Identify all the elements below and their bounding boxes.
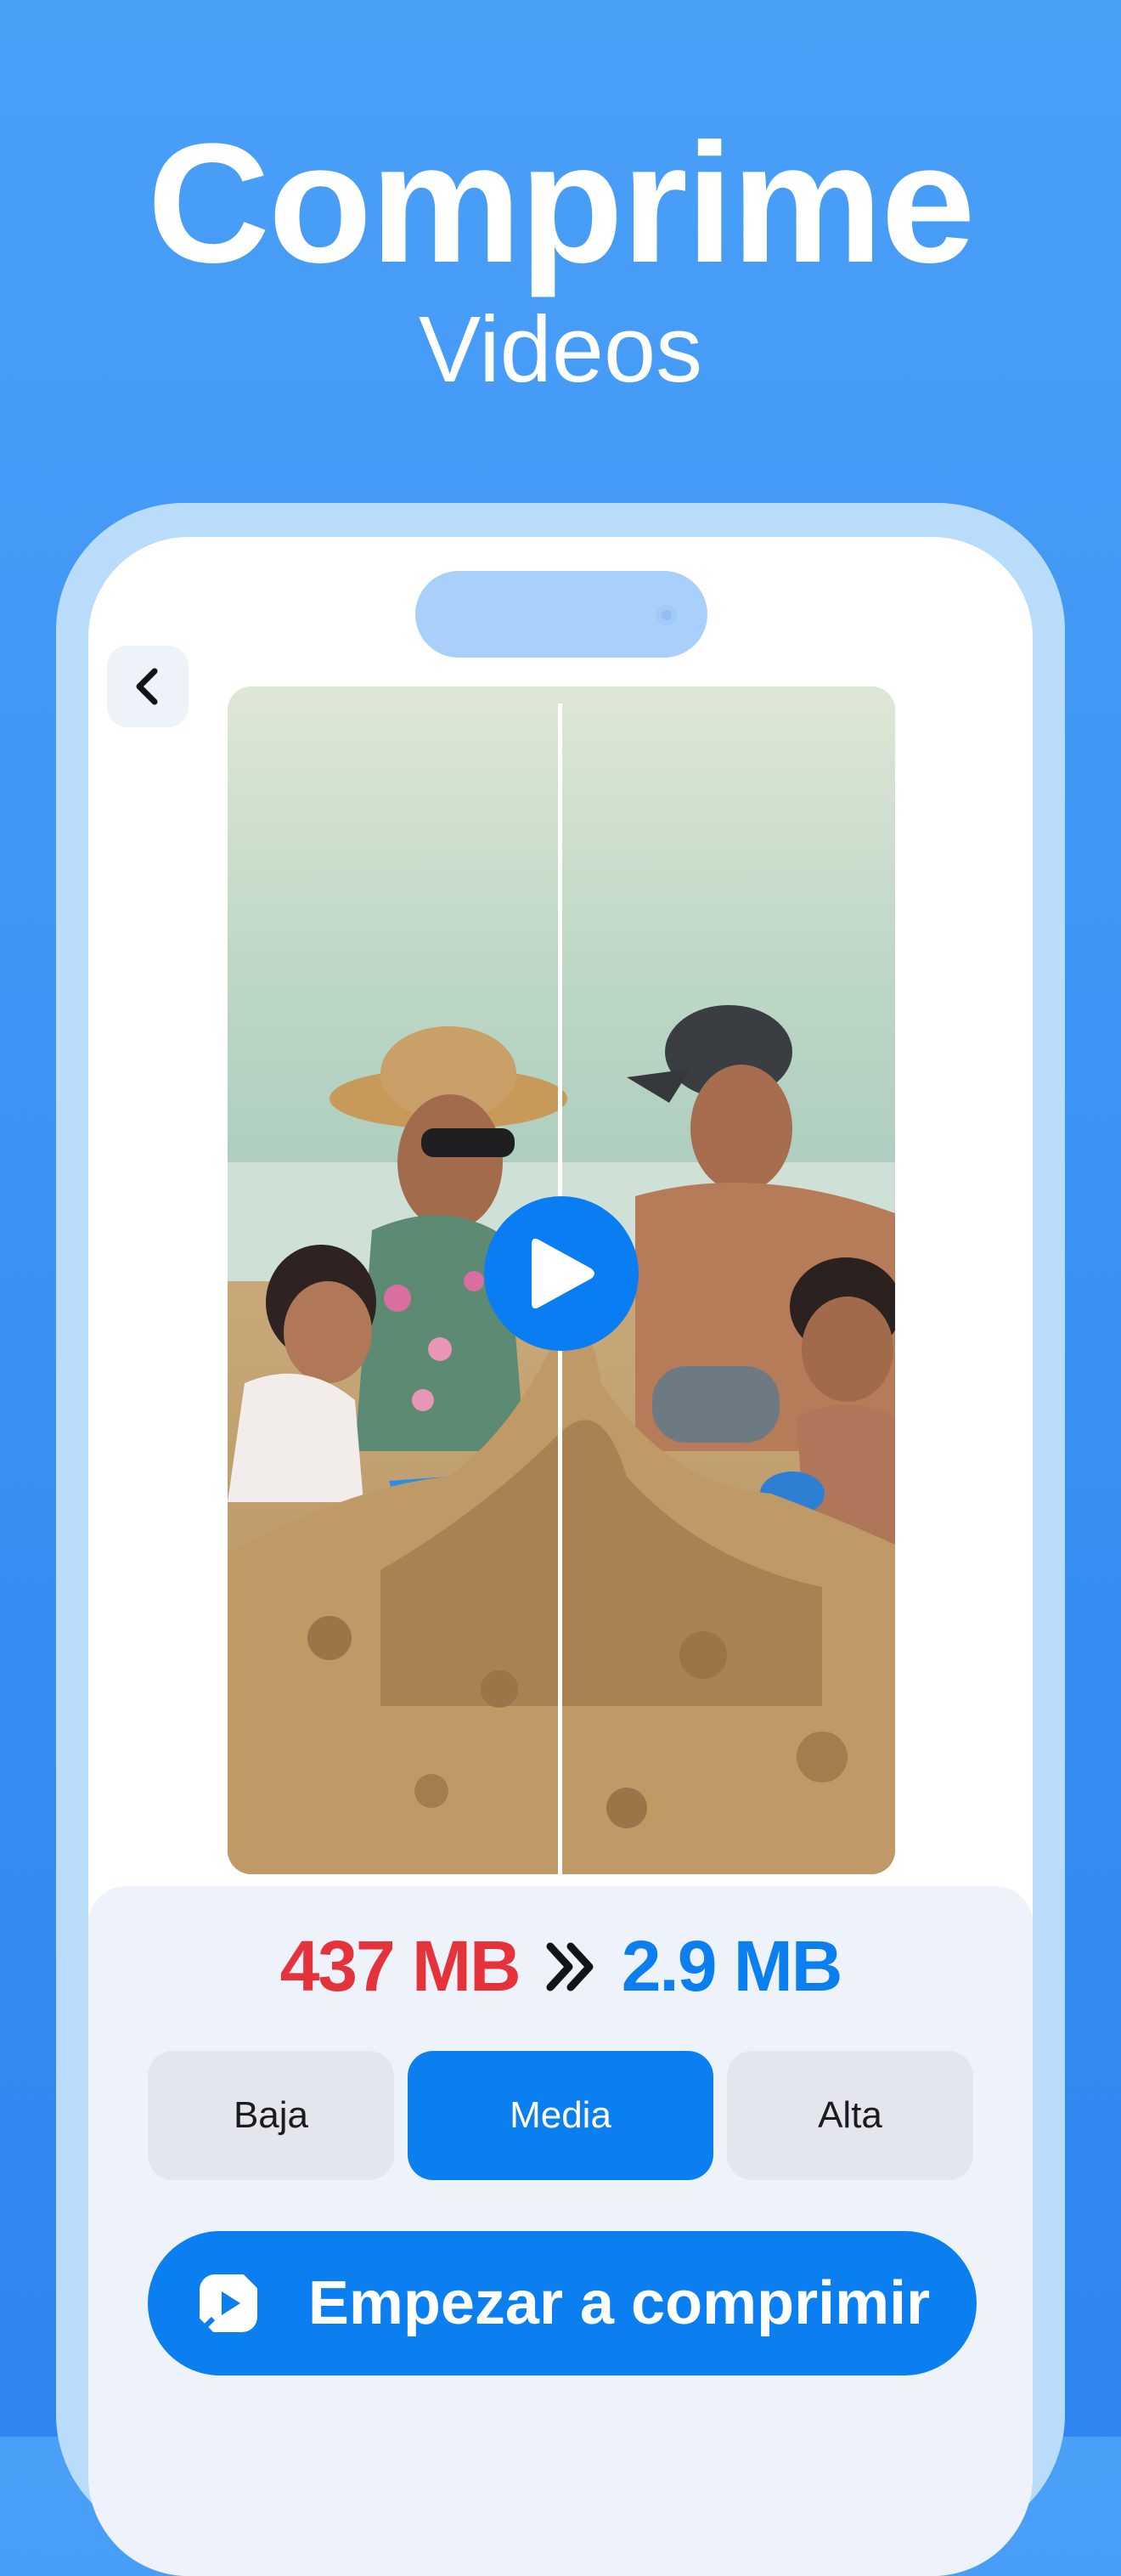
play-button[interactable] (484, 1196, 639, 1351)
camera-dot (656, 605, 677, 625)
video-comparison-preview[interactable] (228, 686, 895, 1874)
quality-option-high[interactable]: Alta (727, 2051, 973, 2180)
phone-screen: 437 MB 2.9 MB Baja Media Alta Empezar a … (88, 537, 1033, 2576)
chevron-left-icon (136, 668, 158, 705)
original-size: 437 MB (279, 1926, 521, 2006)
back-button[interactable] (107, 646, 189, 727)
start-compression-label: Empezar a comprimir (307, 2269, 931, 2337)
compressed-size: 2.9 MB (621, 1926, 843, 2006)
hero-title: Comprime (147, 109, 975, 298)
quality-selector: Baja Media Alta (148, 2051, 973, 2180)
double-chevron-right-icon (546, 1942, 594, 1991)
video-compress-icon (194, 2269, 262, 2337)
size-comparison: 437 MB 2.9 MB (88, 1925, 1033, 2008)
dynamic-island (415, 571, 707, 658)
hero-subtitle: Videos (418, 297, 703, 402)
play-icon (532, 1238, 594, 1309)
start-compression-button[interactable]: Empezar a comprimir (148, 2231, 977, 2375)
quality-option-medium[interactable]: Media (408, 2051, 713, 2180)
compression-panel: 437 MB 2.9 MB Baja Media Alta Empezar a … (88, 1886, 1033, 2576)
quality-option-low[interactable]: Baja (148, 2051, 394, 2180)
